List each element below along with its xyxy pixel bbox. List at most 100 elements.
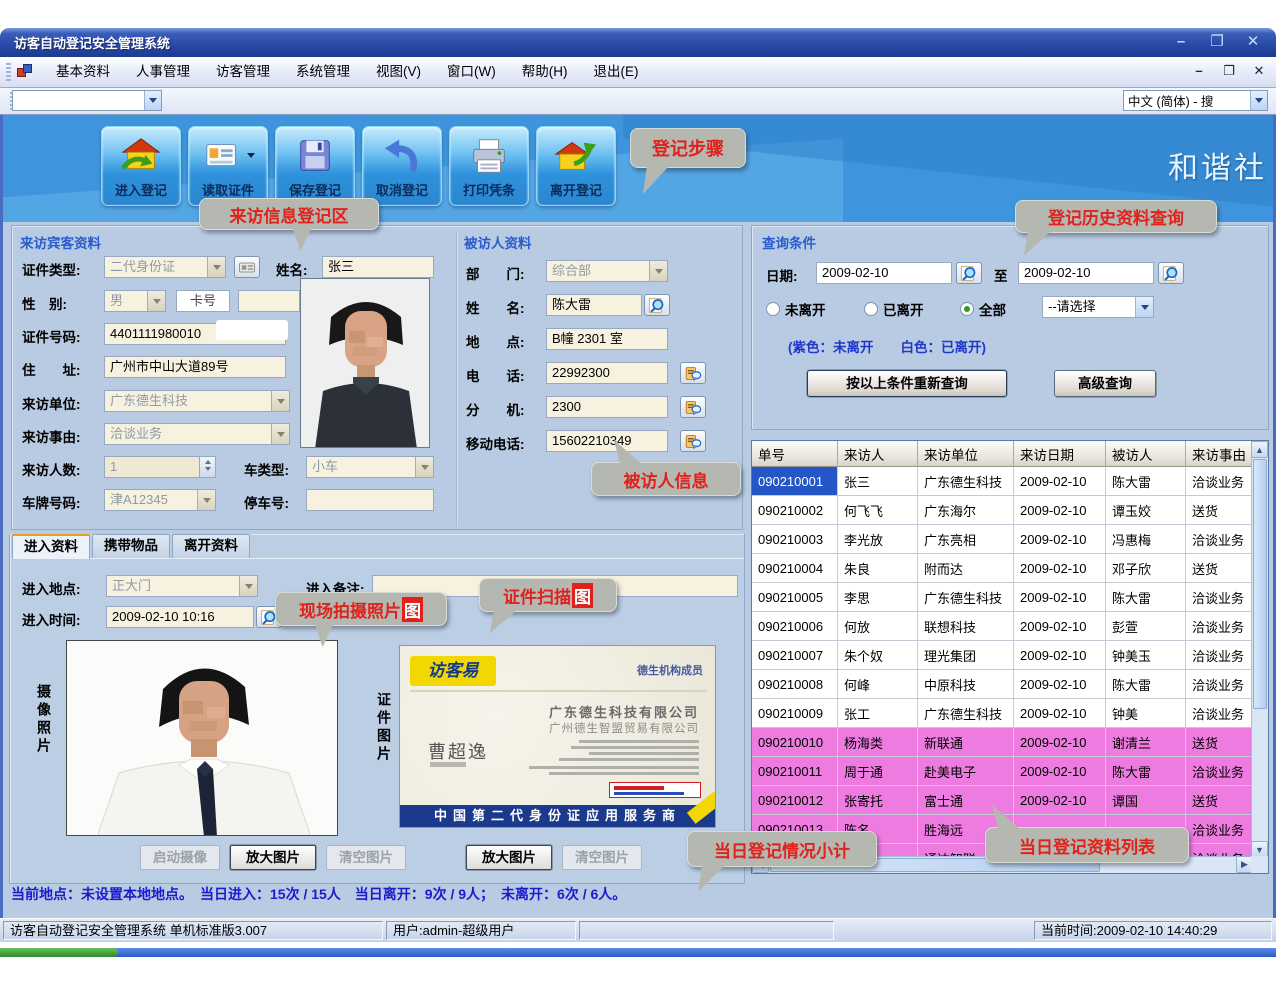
chevron-down-icon[interactable] [271,391,289,411]
table-cell[interactable]: 广东亮相 [918,525,1014,554]
table-cell[interactable]: 附而达 [918,554,1014,583]
language-bar-combo[interactable]: 中文 (简体) - 搜 [1123,90,1268,111]
tab-entry-info[interactable]: 进入资料 [12,534,90,559]
address-field[interactable]: 广州市中山大道89号 [104,356,286,378]
undo-button[interactable]: 取消登记 [362,126,442,206]
table-cell[interactable]: 谭国 [1106,786,1186,815]
visited-name-field[interactable]: 陈大雷 [546,294,642,316]
tab-leave-info[interactable]: 离开资料 [172,534,250,558]
table-row[interactable]: 090210007朱个奴理光集团2009-02-10钟美玉洽谈业务 [752,641,1268,670]
table-cell[interactable]: 090210010 [752,728,838,757]
table-cell[interactable]: 洽谈业务 [1186,467,1253,496]
table-row[interactable]: 090210010杨海类新联通2009-02-10谢清兰送货 [752,728,1268,757]
date-from-field[interactable]: 2009-02-10 [816,262,952,284]
start-camera-button[interactable]: 启动摄像 [140,845,220,870]
table-row[interactable]: 090210005李思广东德生科技2009-02-10陈大雷洽谈业务 [752,583,1268,612]
table-cell[interactable]: 广东德生科技 [918,467,1014,496]
radio-not-left[interactable]: 未离开 [766,299,826,319]
menu-item-2[interactable]: 人事管理 [123,60,203,84]
table-row[interactable]: 090210009张工广东德生科技2009-02-10钟美洽谈业务 [752,699,1268,728]
table-cell[interactable]: 富士通 [918,786,1014,815]
table-cell[interactable]: 何飞飞 [838,496,918,525]
table-cell[interactable]: 谢清兰 [1106,728,1186,757]
table-cell[interactable]: 2009-02-10 [1014,786,1106,815]
table-cell[interactable]: 2009-02-10 [1014,583,1106,612]
menu-item-8[interactable]: 退出(E) [580,60,651,84]
table-cell[interactable]: 洽谈业务 [1186,699,1253,728]
radio-left[interactable]: 已离开 [864,299,924,319]
scrollbar-thumb[interactable] [1253,459,1267,709]
table-cell[interactable]: 送货 [1186,728,1253,757]
table-cell[interactable]: 陈大雷 [1106,583,1186,612]
table-cell[interactable]: 联想科技 [918,612,1014,641]
requery-button[interactable]: 按以上条件重新查询 [807,370,1007,397]
entry-time-field[interactable]: 2009-02-10 10:16 [106,606,254,628]
company-combo[interactable]: 广东德生科技 [104,390,290,412]
table-cell[interactable]: 李思 [838,583,918,612]
date-to-field[interactable]: 2009-02-10 [1018,262,1154,284]
table-cell[interactable]: 杨海类 [838,728,918,757]
chevron-down-icon[interactable] [239,576,257,596]
table-cell[interactable]: 何峰 [838,670,918,699]
read-id-card-button[interactable]: 读取证件 [188,126,268,206]
table-cell[interactable]: 090210011 [752,757,838,786]
id-type-combo[interactable]: 二代身份证 [104,256,226,278]
table-row[interactable]: 090210002何飞飞广东海尔2009-02-10谭玉姣送货 [752,496,1268,525]
notify-phone-button[interactable] [680,362,706,384]
table-row[interactable]: 090210001张三广东德生科技2009-02-10陈大雷洽谈业务 [752,467,1268,496]
table-cell[interactable]: 陈大雷 [1106,757,1186,786]
table-cell[interactable]: 钟美 [1106,699,1186,728]
table-cell[interactable]: 赴美电子 [918,757,1014,786]
table-cell[interactable]: 090210008 [752,670,838,699]
table-cell[interactable]: 广东德生科技 [918,699,1014,728]
chevron-down-icon[interactable] [144,91,161,110]
chevron-down-icon[interactable] [1135,297,1153,317]
table-cell[interactable]: 洽谈业务 [1186,525,1253,554]
table-cell[interactable]: 送货 [1186,786,1253,815]
table-cell[interactable]: 090210005 [752,583,838,612]
visitor-name-field[interactable]: 张三 [322,256,434,278]
table-cell[interactable]: 冯惠梅 [1106,525,1186,554]
table-cell[interactable]: 周于通 [838,757,918,786]
table-cell[interactable]: 2009-02-10 [1014,612,1106,641]
column-header-6[interactable]: 来访事由 [1186,441,1253,467]
chevron-down-icon[interactable] [197,490,215,510]
table-cell[interactable]: 洽谈业务 [1186,757,1253,786]
table-cell[interactable]: 送货 [1186,496,1253,525]
filter-select-combo[interactable]: --请选择 [1042,296,1154,318]
chevron-down-icon[interactable] [271,424,289,444]
column-header-4[interactable]: 来访日期 [1014,441,1106,467]
restore-icon[interactable]: ❐ [1204,32,1230,52]
column-header-2[interactable]: 来访人 [838,441,918,467]
tab-carried-items[interactable]: 携带物品 [92,534,170,558]
table-cell[interactable]: 朱个奴 [838,641,918,670]
start-button[interactable] [0,948,118,957]
table-cell[interactable]: 张寄托 [838,786,918,815]
chevron-down-icon[interactable] [1250,91,1267,110]
table-cell[interactable]: 洽谈业务 [1186,612,1253,641]
table-cell[interactable]: 洽谈业务 [1186,815,1253,844]
scroll-up-icon[interactable]: ▲ [1251,441,1268,458]
chevron-down-icon[interactable] [147,291,165,311]
table-cell[interactable]: 洽谈业务 [1186,583,1253,612]
table-cell[interactable]: 何放 [838,612,918,641]
table-cell[interactable]: 广东德生科技 [918,583,1014,612]
table-cell[interactable]: 陈大雷 [1106,670,1186,699]
table-cell[interactable]: 2009-02-10 [1014,496,1106,525]
table-cell[interactable]: 彭萱 [1106,612,1186,641]
ext-field[interactable]: 2300 [546,396,668,418]
menu-item-5[interactable]: 视图(V) [363,60,434,84]
table-row[interactable]: 090210004朱良附而达2009-02-10邓子欣送货 [752,554,1268,583]
date-from-picker-button[interactable] [956,262,982,284]
table-row[interactable]: 090210011周于通赴美电子2009-02-10陈大雷洽谈业务 [752,757,1268,786]
table-cell[interactable]: 090210003 [752,525,838,554]
table-cell[interactable]: 洽谈业务 [1186,641,1253,670]
chevron-down-icon[interactable] [207,257,225,277]
minimize-icon[interactable]: – [1168,32,1194,52]
menu-item-3[interactable]: 访客管理 [203,60,283,84]
column-header-5[interactable]: 被访人 [1106,441,1186,467]
close-icon[interactable]: ✕ [1240,32,1266,52]
column-header-1[interactable]: 单号 [752,441,838,467]
vertical-scrollbar[interactable]: ▲ ▼ [1251,441,1268,858]
table-cell[interactable]: 陈大雷 [1106,467,1186,496]
